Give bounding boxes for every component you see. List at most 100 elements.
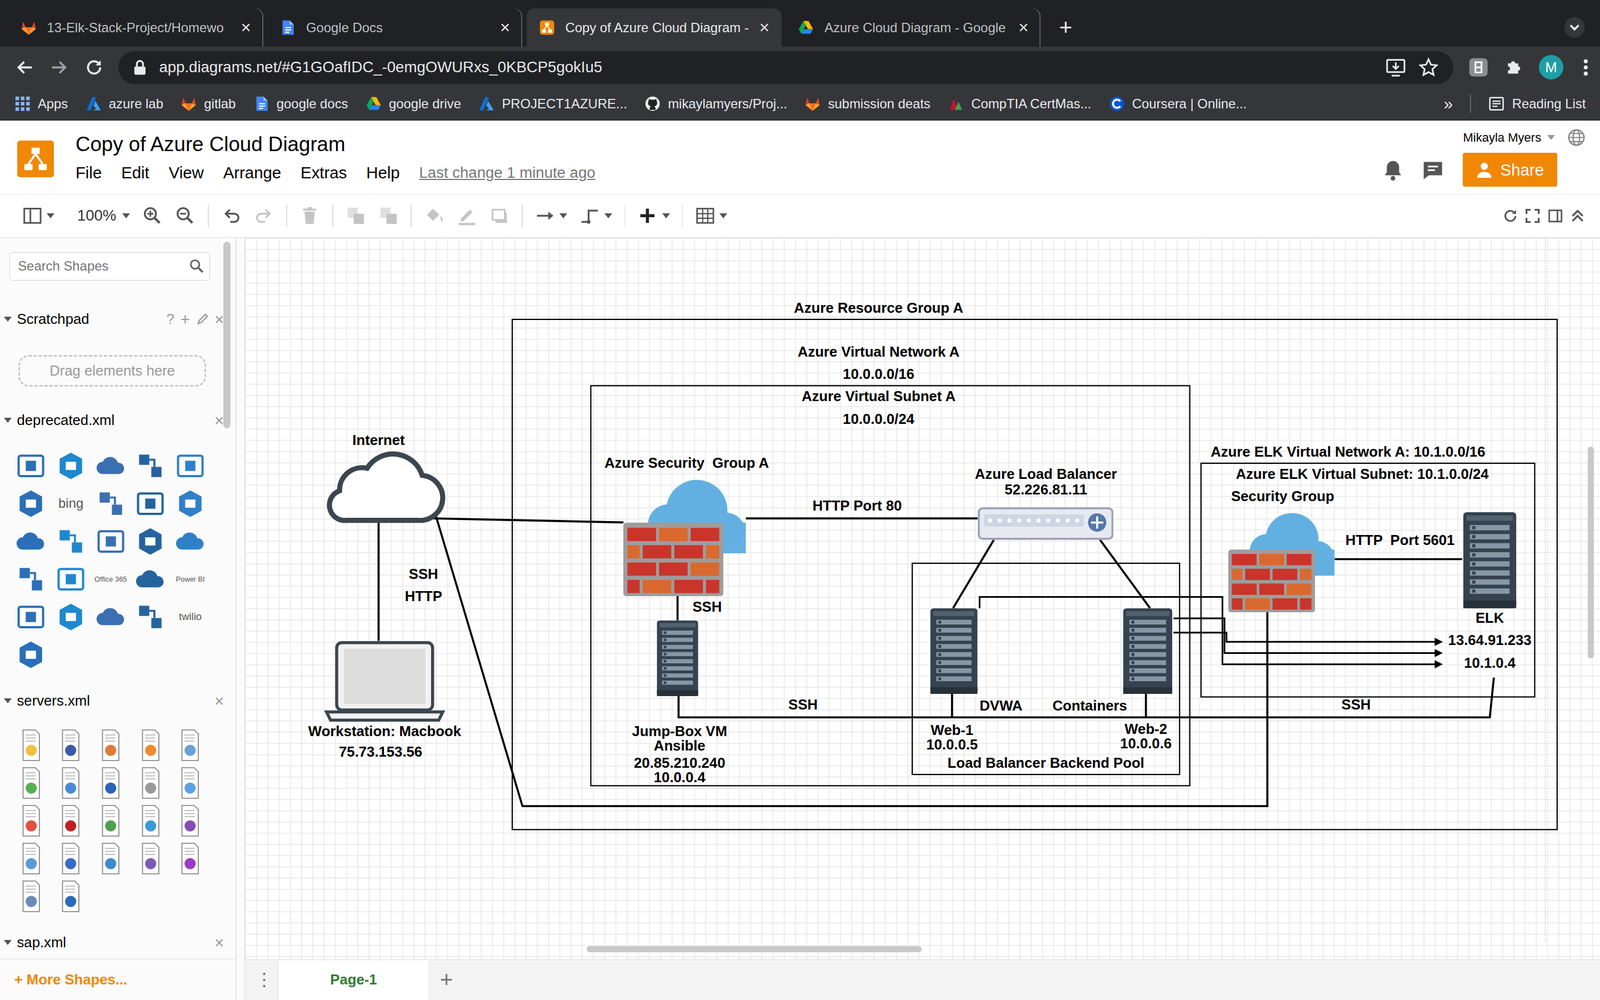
shape-item[interactable] [11, 764, 52, 803]
server-icon[interactable] [1462, 512, 1518, 609]
reading-list-button[interactable]: Reading List [1488, 95, 1586, 112]
bookmark-item[interactable]: Coursera | Online... [1108, 95, 1248, 112]
back-arrow-icon[interactable] [14, 57, 35, 78]
user-name[interactable]: Mikayla Myers [1462, 130, 1542, 145]
server-icon[interactable] [656, 620, 699, 697]
shape-item[interactable] [130, 802, 171, 840]
shape-item[interactable] [170, 764, 211, 803]
shape-item[interactable] [130, 484, 171, 523]
diagram-canvas[interactable]: InternetWorkstation: Macbook75.73.153.56… [245, 237, 1600, 960]
page-tab[interactable]: Page-1 [277, 960, 430, 1000]
shape-item[interactable] [170, 726, 211, 765]
shape-item[interactable] [11, 877, 52, 915]
node-label[interactable]: Web-1 [930, 723, 974, 738]
bookmark-item[interactable]: gitlab [180, 95, 236, 112]
menu-item[interactable]: Extras [300, 163, 347, 183]
node-label[interactable]: 10.0.0.6 [1120, 736, 1172, 752]
node-label[interactable]: Security Group [1231, 490, 1335, 505]
bookmark-item[interactable]: PROJECT1AZURE... [478, 95, 628, 112]
firewall-icon[interactable] [623, 471, 746, 597]
container-label[interactable]: 10.0.0.0/24 [842, 412, 915, 427]
node-label[interactable]: 10.0.0.5 [926, 737, 978, 753]
shape-item[interactable] [90, 597, 131, 636]
search-icon[interactable] [189, 258, 204, 274]
section-title[interactable]: servers.xml [17, 692, 90, 709]
bookmark-star-icon[interactable] [1418, 57, 1439, 78]
shape-item[interactable] [170, 446, 211, 485]
tab-close-button[interactable]: × [500, 17, 510, 38]
shape-item[interactable] [130, 764, 171, 803]
bookmark-item[interactable]: azure lab [85, 95, 164, 112]
edge-label[interactable]: HTTP Port 5601 [1345, 533, 1455, 549]
container-label[interactable]: Load Balancer Backend Pool [947, 756, 1145, 771]
add-button[interactable]: + [180, 310, 190, 329]
shape-item[interactable] [51, 764, 92, 803]
container-label[interactable]: 10.0.0.0/16 [842, 367, 915, 382]
node-label[interactable]: Internet [352, 433, 405, 449]
sidebar-splitter[interactable] [235, 237, 237, 1000]
notifications-bell-icon[interactable] [1382, 158, 1404, 182]
edit-pencil-icon[interactable] [196, 313, 209, 326]
tab-close-button[interactable]: × [241, 17, 252, 38]
node-label[interactable]: 10.1.0.4 [1463, 656, 1516, 671]
shape-item[interactable] [90, 839, 131, 878]
edge-label[interactable]: SSH [692, 600, 722, 615]
dropdown-caret-icon[interactable] [559, 213, 568, 219]
edge-label[interactable]: HTTP [405, 590, 443, 605]
node-label[interactable]: Azure Security Group A [604, 456, 769, 471]
user-caret-icon[interactable] [1547, 135, 1555, 140]
shape-item[interactable] [11, 446, 52, 485]
browser-tab[interactable]: Azure Cloud Diagram - Google× [785, 8, 1041, 48]
vertical-scrollbar[interactable] [1587, 446, 1594, 658]
bookmark-item[interactable]: Apps [14, 95, 69, 112]
shape-item[interactable] [11, 802, 52, 840]
help-button[interactable]: ? [166, 311, 174, 328]
extension-icon[interactable] [1467, 56, 1490, 79]
shape-item[interactable] [130, 446, 171, 485]
lock-icon[interactable] [132, 59, 148, 76]
node-label[interactable]: 10.0.0.4 [653, 770, 706, 785]
node-label[interactable]: 75.73.153.56 [338, 745, 423, 760]
shape-item[interactable]: twilio [170, 597, 211, 636]
dropdown-caret-icon[interactable] [604, 213, 613, 219]
expand-caret-icon[interactable] [3, 316, 12, 322]
sidebar-scrollbar[interactable] [223, 241, 231, 429]
shape-item[interactable] [170, 484, 211, 523]
shape-item[interactable] [130, 597, 171, 636]
shape-item[interactable] [11, 635, 52, 674]
node-label[interactable]: Jump-Box VM [632, 724, 728, 739]
bookmark-item[interactable]: mikaylamyers/Proj... [644, 95, 788, 112]
menu-item[interactable]: File [75, 163, 102, 183]
server-icon[interactable] [1122, 608, 1174, 694]
forward-arrow-icon[interactable] [48, 57, 70, 78]
shape-item[interactable]: Office 365 [90, 560, 131, 598]
edge-label[interactable]: Containers [1052, 698, 1127, 714]
dropdown-caret-icon[interactable] [719, 213, 728, 219]
close-section-button[interactable]: × [214, 411, 224, 430]
extensions-puzzle-icon[interactable] [1503, 57, 1525, 78]
shape-item[interactable] [51, 446, 92, 485]
install-app-icon[interactable] [1385, 58, 1407, 77]
reload-icon[interactable] [83, 57, 105, 78]
shape-item[interactable] [170, 802, 211, 840]
bookmark-item[interactable]: CompTIA CertMas... [947, 95, 1092, 112]
menu-item[interactable]: Edit [121, 163, 150, 183]
insert-plus-icon[interactable] [637, 205, 658, 227]
edge-label[interactable]: SSH [1341, 697, 1372, 713]
shape-item[interactable] [51, 560, 92, 598]
laptop-icon[interactable] [324, 640, 445, 723]
container-label[interactable]: Azure ELK Virtual Network A: 10.1.0.0/16 [1210, 445, 1485, 460]
section-header[interactable]: servers.xml × [0, 688, 233, 714]
more-bookmarks-button[interactable]: » [1443, 94, 1453, 114]
close-section-button[interactable]: × [214, 691, 224, 711]
address-bar[interactable]: app.diagrams.net/#G1GOafIDC_-0emgOWURxs_… [118, 51, 1454, 84]
zoom-dropdown[interactable]: 100% [77, 206, 130, 225]
profile-avatar[interactable]: M [1538, 55, 1564, 80]
shape-item[interactable] [11, 597, 52, 636]
table-icon[interactable] [695, 205, 716, 227]
edge-label[interactable]: SSH [788, 697, 818, 713]
edge-label[interactable]: SSH [408, 567, 439, 582]
load-balancer-icon[interactable] [977, 507, 1114, 540]
horizontal-scrollbar[interactable] [586, 946, 922, 953]
shape-item[interactable] [51, 802, 92, 840]
